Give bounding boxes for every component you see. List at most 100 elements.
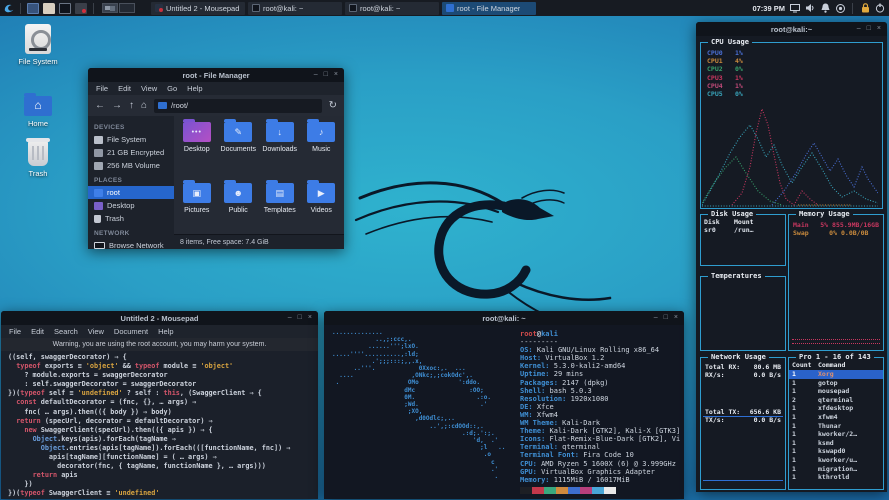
process-row[interactable]: 1mousepad — [789, 387, 883, 396]
close-button[interactable]: × — [334, 68, 338, 82]
sidebar-item-root[interactable]: root — [88, 186, 174, 199]
process-row[interactable]: 1Thunar — [789, 422, 883, 431]
desktop-icon-file-system[interactable]: File System — [10, 24, 66, 66]
code-line: }) — [8, 480, 318, 489]
document-icon: ▤ — [266, 183, 294, 203]
home-icon[interactable]: ⌂ — [141, 95, 147, 116]
menu-item-file[interactable]: File — [9, 327, 21, 336]
folder-videos[interactable]: ▶Videos — [301, 183, 343, 234]
sidebar-item-desktop[interactable]: Desktop — [88, 199, 174, 212]
menu-item-edit[interactable]: Edit — [118, 84, 131, 93]
code-line: fnc( … args).then(({ body }) ⇒ body) — [8, 408, 318, 417]
folder-music[interactable]: ♪Music — [301, 122, 343, 173]
folder-downloads[interactable]: ↓Downloads — [259, 122, 301, 173]
folder-desktop[interactable]: •••Desktop — [176, 122, 218, 173]
reload-icon[interactable]: ↻ — [329, 95, 337, 116]
lock-icon[interactable] — [860, 3, 870, 13]
monitor-titlebar[interactable]: root@kali:~ – □ × — [696, 22, 887, 36]
cpu-usage-box: CPU Usage CPU01%CPU14%CPU20%CPU31%CPU41%… — [700, 42, 883, 209]
process-row[interactable]: 1migration… — [789, 465, 883, 474]
terminal-icon — [349, 4, 357, 12]
processes-title: Pro 1 - 16 of 143 — [796, 353, 874, 361]
workspace-1[interactable] — [102, 3, 118, 13]
display-icon[interactable] — [790, 3, 800, 13]
launcher-files-icon[interactable] — [43, 3, 55, 14]
process-row[interactable]: 1kthrotld — [789, 473, 883, 482]
paperclip-icon: ✎ — [224, 122, 252, 142]
desktop-icon-trash[interactable]: Trash — [10, 138, 66, 178]
volume-icon[interactable] — [805, 3, 815, 13]
file-manager-icon — [446, 4, 454, 12]
maximize-button[interactable]: □ — [664, 311, 668, 325]
minimize-button[interactable]: – — [857, 22, 861, 36]
forward-icon[interactable]: → — [112, 95, 122, 116]
net-rx-total: Total RX: 80.6 MB — [701, 363, 785, 371]
process-row[interactable]: 1kworker/2… — [789, 430, 883, 439]
status-disc-icon[interactable] — [835, 3, 845, 13]
minimize-button[interactable]: – — [288, 311, 292, 325]
desktop-icon-home[interactable]: Home — [10, 90, 66, 128]
terminal-body[interactable]: .............. ..,;:ccc,. ......''';lxO.… — [324, 325, 684, 499]
launcher-terminal-icon[interactable] — [59, 3, 71, 14]
maximize-button[interactable]: □ — [867, 22, 871, 36]
sidebar-item-21-gb-encrypted[interactable]: 21 GB Encrypted — [88, 146, 174, 159]
menu-item-help[interactable]: Help — [187, 84, 202, 93]
folder-label: Templates — [259, 207, 301, 214]
mousepad-titlebar[interactable]: Untitled 2 - Mousepad – □ × — [1, 311, 318, 325]
folder-pictures[interactable]: ▣Pictures — [176, 183, 218, 234]
menu-item-search[interactable]: Search — [54, 327, 78, 336]
sidebar-item-browse-network[interactable]: Browse Network — [88, 239, 174, 249]
process-row[interactable]: 1xfwm4 — [789, 413, 883, 422]
taskbar-item[interactable]: root@kali: ~ — [248, 2, 342, 15]
menu-item-help[interactable]: Help — [158, 327, 173, 336]
folder-label: Videos — [301, 207, 343, 214]
notifications-bell-icon[interactable] — [820, 3, 830, 13]
menu-item-view[interactable]: View — [141, 84, 157, 93]
code-area[interactable]: ((self, swaggerDecorator) ⇒ { typeof exp… — [1, 351, 318, 499]
launcher-editor-icon[interactable] — [75, 3, 87, 14]
kali-logo-icon[interactable] — [4, 3, 14, 13]
workspace-pager[interactable] — [102, 3, 135, 13]
sidebar-item-256-mb-volume[interactable]: 256 MB Volume — [88, 159, 174, 172]
up-icon[interactable]: ↑ — [129, 95, 134, 116]
close-button[interactable]: × — [877, 22, 881, 36]
power-icon[interactable] — [875, 3, 885, 13]
taskbar-item[interactable]: root@kali: ~ — [345, 2, 439, 15]
menu-item-view[interactable]: View — [88, 327, 104, 336]
fm-titlebar[interactable]: root - File Manager – □ × — [88, 68, 344, 82]
launcher-window-icon[interactable] — [27, 3, 39, 14]
minimize-button[interactable]: – — [314, 68, 318, 82]
clock[interactable]: 07:39 PM — [752, 4, 785, 13]
close-button[interactable]: × — [308, 311, 312, 325]
terminal-titlebar[interactable]: root@kali: ~ – □ × — [324, 311, 684, 325]
maximize-button[interactable]: □ — [324, 68, 328, 82]
taskbar-item[interactable]: Untitled 2 - Mousepad — [151, 2, 245, 15]
menu-item-go[interactable]: Go — [167, 84, 177, 93]
sidebar-item-trash[interactable]: Trash — [88, 212, 174, 225]
folder-label: Downloads — [259, 146, 301, 153]
menu-item-edit[interactable]: Edit — [31, 327, 44, 336]
process-row[interactable]: 1kworker/u… — [789, 456, 883, 465]
folder-documents[interactable]: ✎Documents — [218, 122, 260, 173]
neofetch-info-row: Shell: bash 5.0.3 — [520, 387, 680, 395]
process-row[interactable]: 1xfdesktop — [789, 404, 883, 413]
back-icon[interactable]: ← — [95, 95, 105, 116]
sidebar-item-file-system[interactable]: File System — [88, 133, 174, 146]
maximize-button[interactable]: □ — [298, 311, 302, 325]
menu-item-file[interactable]: File — [96, 84, 108, 93]
workspace-2[interactable] — [119, 3, 135, 13]
process-row[interactable]: 1ksmd — [789, 439, 883, 448]
menu-item-document[interactable]: Document — [114, 327, 148, 336]
minimize-button[interactable]: – — [654, 311, 658, 325]
process-row[interactable]: 2qterminal — [789, 396, 883, 405]
process-row[interactable]: 1kswapd0 — [789, 447, 883, 456]
folder-public[interactable]: ☻Public — [218, 183, 260, 234]
process-row[interactable]: 1gotop — [789, 379, 883, 388]
process-row[interactable]: 1Xorg — [789, 370, 883, 379]
taskbar-item[interactable]: root - File Manager — [442, 2, 536, 15]
path-bar[interactable]: /root/ — [154, 99, 322, 113]
close-button[interactable]: × — [674, 311, 678, 325]
neofetch-info-row: WM Theme: Kali-Dark — [520, 419, 680, 427]
fm-window-title: root - File Manager — [88, 71, 344, 80]
folder-templates[interactable]: ▤ Templates — [259, 183, 301, 234]
